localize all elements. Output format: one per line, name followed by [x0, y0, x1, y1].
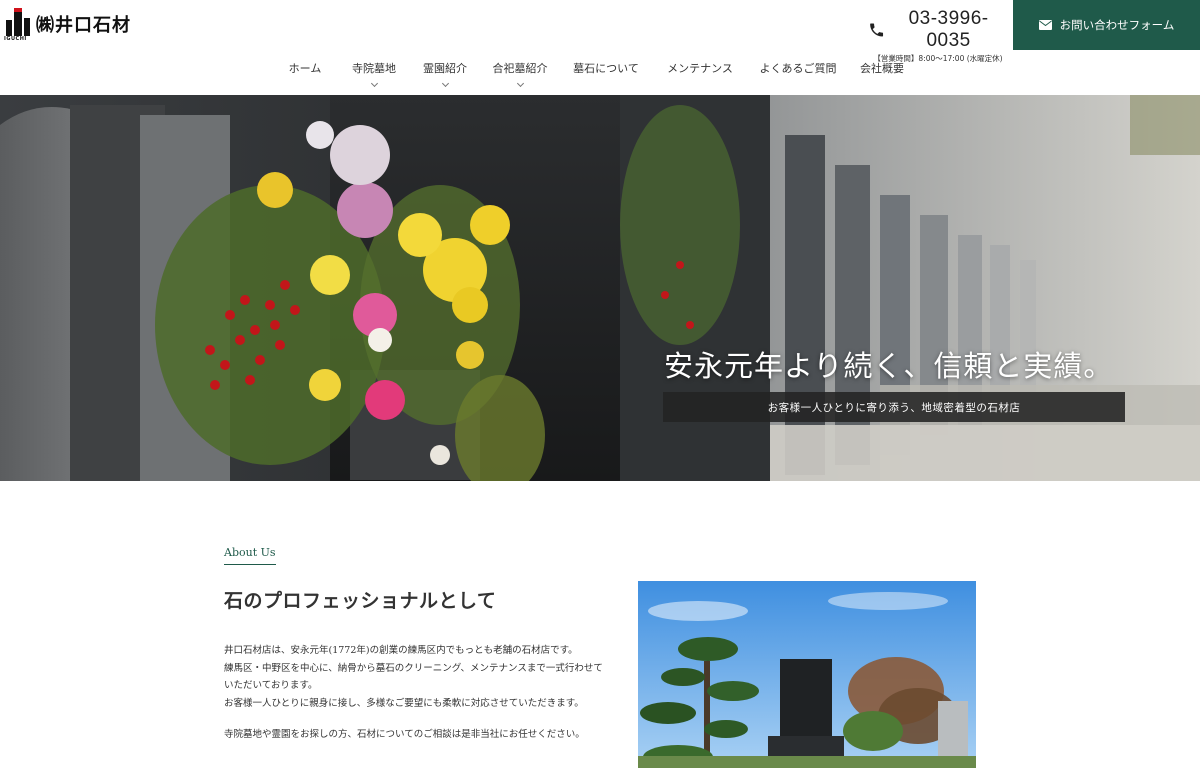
nav-item-label: よくあるご質問	[759, 62, 837, 75]
nav-item-maintenance[interactable]: メンテナンス	[654, 60, 746, 86]
logo-mark-icon: IGUCHI	[4, 8, 32, 42]
about-line: 井口石材店は、安永元年(1772年)の創業の練馬区内でもっとも老舗の石材店です。	[224, 645, 578, 656]
about-line: 練馬区・中野区を中心に、納骨から墓石のクリーニング、メンテナンスまで一式行わせて	[224, 662, 603, 674]
mail-icon	[1038, 20, 1052, 30]
chevron-down-icon	[441, 79, 449, 88]
phone-number[interactable]: 03-3996-0035	[889, 8, 1008, 52]
nav-item-label: ホーム	[288, 62, 322, 75]
about-line: お客様一人ひとりに親身に接し、多様なご要望にも柔軟に対応させていただきます。	[224, 697, 584, 709]
nav-item-faq[interactable]: よくあるご質問	[746, 60, 850, 86]
nav-item-label: 寺院墓地	[352, 62, 396, 75]
nav-item-cemetery-intro[interactable]: 霊園紹介	[408, 60, 482, 88]
logo-text: ㈱井口石材	[36, 15, 131, 36]
nav-item-home[interactable]: ホーム	[270, 60, 340, 86]
hero-banner: 安永元年より続く、信頼と実績。 お客様一人ひとりに寄り添う、地域密着型の石材店	[0, 95, 1200, 481]
nav-item-label: 合祀墓紹介	[492, 62, 548, 75]
phone-block[interactable]: 03-3996-0035 【営業時間】8:00～17:00 (水曜定休)	[868, 8, 1008, 64]
nav-item-label: 霊園紹介	[423, 62, 467, 75]
nav-item-label: 会社概要	[860, 62, 904, 75]
about-title: 石のプロフェッショナルとして	[224, 590, 497, 612]
about-photo	[638, 581, 976, 768]
site-header: IGUCHI ㈱井口石材 03-3996-0035 【営業時間】8:00～17:…	[0, 0, 1200, 95]
nav-item-shared-grave[interactable]: 合祀墓紹介	[482, 60, 558, 88]
nav-item-label: メンテナンス	[667, 62, 733, 75]
nav-item-company[interactable]: 会社概要	[850, 60, 914, 86]
nav-item-temple-cemetery[interactable]: 寺院墓地	[340, 60, 408, 88]
about-line: 寺院墓地や霊園をお探しの方、石材についてのご相談は是非当社にお任せください。	[224, 729, 585, 740]
site-logo[interactable]: IGUCHI ㈱井口石材	[4, 8, 131, 42]
main-nav: ホーム 寺院墓地 霊園紹介 合祀墓紹介 墓石について メンテナンス よくあるご質…	[270, 60, 914, 88]
hero-subline: お客様一人ひとりに寄り添う、地域密着型の石材店	[663, 392, 1125, 422]
chevron-down-icon	[370, 79, 378, 88]
hero-image	[0, 95, 1200, 481]
hero-headline: 安永元年より続く、信頼と実績。	[664, 349, 1114, 383]
phone-icon	[870, 23, 884, 37]
logo-sub-text: IGUCHI	[4, 36, 27, 42]
about-body: 井口石材店は、安永元年(1772年)の創業の練馬区内でもっとも老舗の石材店です。…	[224, 642, 614, 744]
nav-item-label: 墓石について	[573, 62, 639, 75]
about-section-label: About Us	[224, 546, 276, 565]
about-line: いただいております。	[224, 680, 318, 691]
nav-item-gravestones[interactable]: 墓石について	[558, 60, 654, 86]
contact-form-label: お問い合わせフォーム	[1059, 18, 1175, 32]
contact-form-button[interactable]: お問い合わせフォーム	[1013, 0, 1200, 50]
chevron-down-icon	[516, 79, 524, 88]
